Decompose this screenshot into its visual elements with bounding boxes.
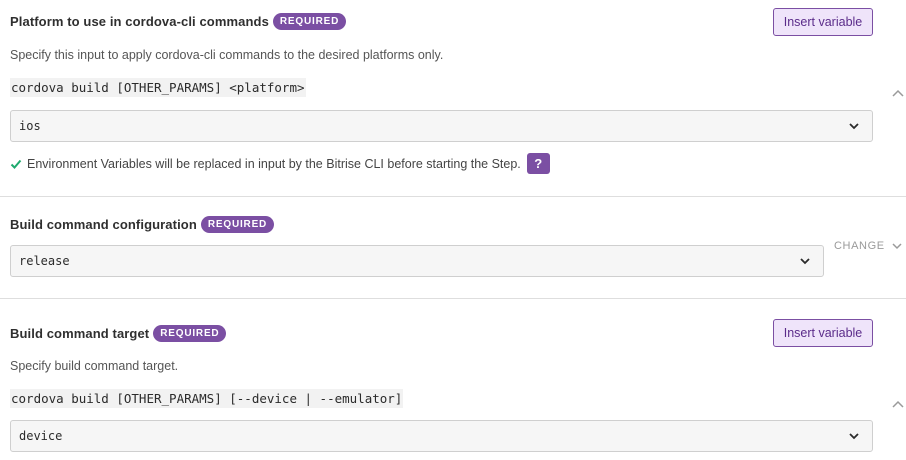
section-divider [0,196,906,197]
config-title: Build command configuration [10,217,197,232]
config-title-row: Build command configuration REQUIRED [10,216,275,233]
chevron-up-icon[interactable] [891,86,905,100]
chevron-down-icon [849,123,859,130]
chevron-down-icon [800,258,810,265]
chevron-down-icon [849,433,859,440]
help-button[interactable]: ? [526,153,550,174]
change-button[interactable]: CHANGE [834,240,903,252]
platform-code-sample: cordova build [OTHER_PARAMS] <platform> [10,78,306,97]
config-select[interactable]: release [10,245,824,277]
platform-select[interactable]: ios [10,110,873,142]
target-required-badge: REQUIRED [153,325,227,342]
target-select[interactable]: device [10,420,873,452]
chevron-up-icon[interactable] [891,397,905,411]
target-title: Build command target [10,326,150,341]
platform-title-row: Platform to use in cordova-cli commands … [10,13,347,30]
platform-title: Platform to use in cordova-cli commands [10,14,269,29]
chevron-down-icon [892,243,902,250]
target-title-row: Build command target REQUIRED [10,325,227,342]
config-select-value: release [19,254,70,268]
check-icon [10,159,22,169]
config-required-badge: REQUIRED [200,216,275,233]
change-label: CHANGE [834,240,885,252]
platform-description: Specify this input to apply cordova-cli … [10,48,444,62]
platform-insert-variable-button[interactable]: Insert variable [773,8,873,36]
platform-required-badge: REQUIRED [272,13,347,30]
target-code-sample: cordova build [OTHER_PARAMS] [--device |… [10,389,404,408]
section-divider [0,298,906,299]
target-description: Specify build command target. [10,359,179,373]
target-insert-variable-button[interactable]: Insert variable [773,319,873,347]
env-variables-note: Environment Variables will be replaced i… [10,153,550,174]
target-select-value: device [19,429,63,443]
platform-select-value: ios [19,119,41,133]
env-variables-note-text: Environment Variables will be replaced i… [27,156,521,171]
